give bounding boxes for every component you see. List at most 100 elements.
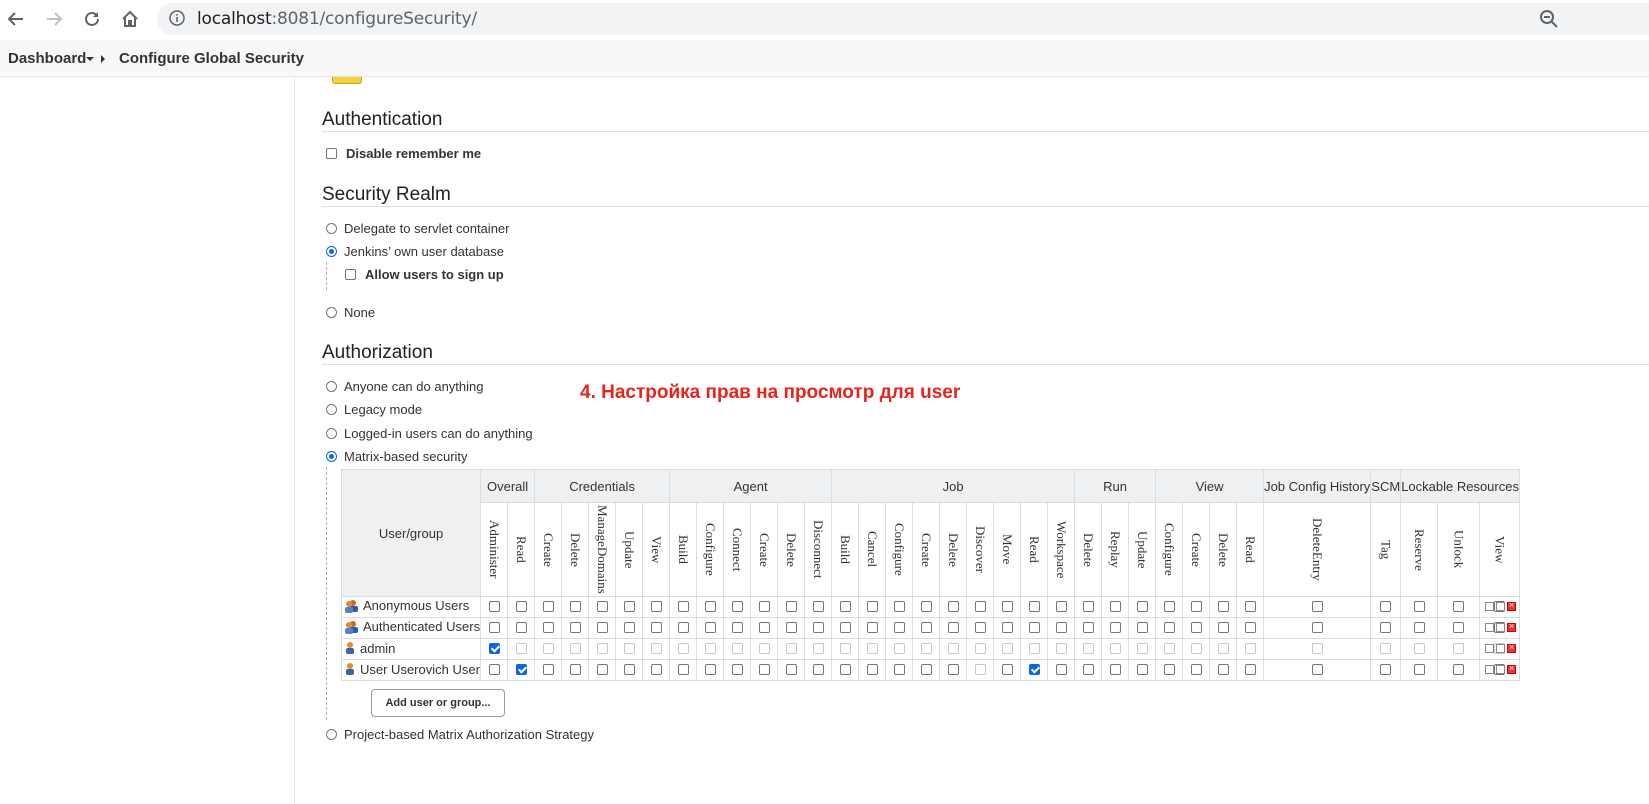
permission-checkbox[interactable] bbox=[812, 600, 824, 612]
authz-logged-in-radio[interactable] bbox=[326, 428, 337, 439]
select-all-icon[interactable] bbox=[1485, 602, 1494, 611]
permission-checkbox[interactable] bbox=[1082, 663, 1094, 675]
permission-checkbox[interactable] bbox=[920, 621, 932, 633]
permission-checkbox[interactable] bbox=[677, 600, 689, 612]
disable-remember-me-option[interactable]: Disable remember me bbox=[326, 146, 481, 161]
chevron-down-icon[interactable] bbox=[86, 57, 94, 61]
permission-checkbox[interactable] bbox=[1244, 663, 1256, 675]
permission-checkbox[interactable] bbox=[1190, 600, 1202, 612]
permission-checkbox[interactable] bbox=[704, 621, 716, 633]
permission-checkbox[interactable] bbox=[569, 600, 581, 612]
home-icon[interactable] bbox=[118, 7, 142, 31]
permission-checkbox[interactable] bbox=[731, 600, 743, 612]
permission-checkbox[interactable] bbox=[650, 600, 662, 612]
permission-checkbox[interactable] bbox=[974, 621, 986, 633]
permission-checkbox[interactable] bbox=[1311, 600, 1323, 612]
permission-checkbox[interactable] bbox=[650, 621, 662, 633]
permission-checkbox[interactable] bbox=[1452, 600, 1464, 612]
permission-checkbox[interactable] bbox=[1028, 600, 1040, 612]
permission-checkbox[interactable] bbox=[947, 600, 959, 612]
permission-checkbox[interactable] bbox=[677, 663, 689, 675]
realm-servlet-radio[interactable] bbox=[326, 223, 337, 234]
permission-checkbox[interactable] bbox=[1380, 621, 1392, 633]
permission-checkbox[interactable] bbox=[623, 600, 635, 612]
permission-checkbox[interactable] bbox=[785, 621, 797, 633]
copy-icon[interactable] bbox=[1496, 623, 1505, 632]
breadcrumb-current[interactable]: Configure Global Security bbox=[119, 50, 304, 67]
permission-checkbox[interactable] bbox=[1082, 600, 1094, 612]
permission-checkbox[interactable] bbox=[1136, 663, 1148, 675]
add-user-or-group-button[interactable]: Add user or group... bbox=[371, 689, 505, 717]
permission-checkbox[interactable] bbox=[650, 663, 662, 675]
permission-checkbox[interactable] bbox=[1109, 663, 1121, 675]
permission-checkbox[interactable] bbox=[1380, 663, 1392, 675]
permission-checkbox[interactable] bbox=[1311, 663, 1323, 675]
copy-icon[interactable] bbox=[1496, 644, 1505, 653]
authz-option-logged-in[interactable]: Logged-in users can do anything bbox=[326, 426, 533, 441]
permission-checkbox[interactable] bbox=[596, 621, 608, 633]
authz-legacy-radio[interactable] bbox=[326, 404, 337, 415]
permission-checkbox[interactable] bbox=[1163, 663, 1175, 675]
breadcrumb-dashboard[interactable]: Dashboard bbox=[8, 50, 86, 67]
permission-checkbox[interactable] bbox=[1217, 621, 1229, 633]
permission-checkbox[interactable] bbox=[812, 621, 824, 633]
permission-checkbox[interactable] bbox=[920, 663, 932, 675]
permission-checkbox[interactable] bbox=[488, 642, 500, 654]
permission-checkbox[interactable] bbox=[1136, 600, 1148, 612]
permission-checkbox[interactable] bbox=[515, 600, 527, 612]
permission-checkbox[interactable] bbox=[569, 663, 581, 675]
permission-checkbox[interactable] bbox=[866, 663, 878, 675]
authz-project-matrix-radio[interactable] bbox=[326, 729, 337, 740]
disable-remember-me-checkbox[interactable] bbox=[326, 148, 337, 159]
permission-checkbox[interactable] bbox=[1452, 621, 1464, 633]
permission-checkbox[interactable] bbox=[677, 621, 689, 633]
permission-checkbox[interactable] bbox=[866, 621, 878, 633]
allow-signup-checkbox[interactable] bbox=[345, 269, 356, 280]
zoom-icon[interactable] bbox=[1539, 9, 1649, 34]
copy-icon[interactable] bbox=[1496, 602, 1505, 611]
authz-option-project-matrix[interactable]: Project-based Matrix Authorization Strat… bbox=[326, 727, 594, 742]
permission-checkbox[interactable] bbox=[542, 663, 554, 675]
select-all-icon[interactable] bbox=[1485, 665, 1494, 674]
select-all-icon[interactable] bbox=[1485, 644, 1494, 653]
permission-checkbox[interactable] bbox=[542, 600, 554, 612]
permission-checkbox[interactable] bbox=[893, 621, 905, 633]
permission-checkbox[interactable] bbox=[1055, 663, 1067, 675]
realm-jenkins-db-radio[interactable] bbox=[326, 246, 337, 257]
permission-checkbox[interactable] bbox=[1244, 621, 1256, 633]
permission-checkbox[interactable] bbox=[488, 621, 500, 633]
permission-checkbox[interactable] bbox=[974, 600, 986, 612]
permission-checkbox[interactable] bbox=[704, 600, 716, 612]
permission-checkbox[interactable] bbox=[515, 621, 527, 633]
realm-option-servlet[interactable]: Delegate to servlet container bbox=[326, 221, 509, 236]
permission-checkbox[interactable] bbox=[1217, 600, 1229, 612]
authz-option-matrix[interactable]: Matrix-based security bbox=[326, 449, 468, 464]
permission-checkbox[interactable] bbox=[1163, 621, 1175, 633]
permission-checkbox[interactable] bbox=[1001, 600, 1013, 612]
delete-icon[interactable] bbox=[1507, 642, 1516, 653]
permission-checkbox[interactable] bbox=[893, 663, 905, 675]
permission-checkbox[interactable] bbox=[515, 663, 527, 675]
back-arrow-icon[interactable] bbox=[4, 7, 28, 31]
allow-signup-option[interactable]: Allow users to sign up bbox=[345, 267, 504, 282]
permission-checkbox[interactable] bbox=[596, 663, 608, 675]
permission-checkbox[interactable] bbox=[569, 621, 581, 633]
realm-none-radio[interactable] bbox=[326, 307, 337, 318]
permission-checkbox[interactable] bbox=[623, 621, 635, 633]
permission-checkbox[interactable] bbox=[488, 663, 500, 675]
permission-checkbox[interactable] bbox=[1055, 621, 1067, 633]
permission-checkbox[interactable] bbox=[758, 600, 770, 612]
permission-checkbox[interactable] bbox=[785, 663, 797, 675]
permission-checkbox[interactable] bbox=[839, 663, 851, 675]
authz-matrix-radio[interactable] bbox=[326, 451, 337, 462]
permission-checkbox[interactable] bbox=[542, 621, 554, 633]
permission-checkbox[interactable] bbox=[1028, 663, 1040, 675]
permission-checkbox[interactable] bbox=[758, 621, 770, 633]
permission-checkbox[interactable] bbox=[1190, 663, 1202, 675]
permission-checkbox[interactable] bbox=[758, 663, 770, 675]
permission-checkbox[interactable] bbox=[731, 621, 743, 633]
permission-checkbox[interactable] bbox=[947, 621, 959, 633]
permission-checkbox[interactable] bbox=[812, 663, 824, 675]
permission-checkbox[interactable] bbox=[866, 600, 878, 612]
permission-checkbox[interactable] bbox=[1413, 621, 1425, 633]
